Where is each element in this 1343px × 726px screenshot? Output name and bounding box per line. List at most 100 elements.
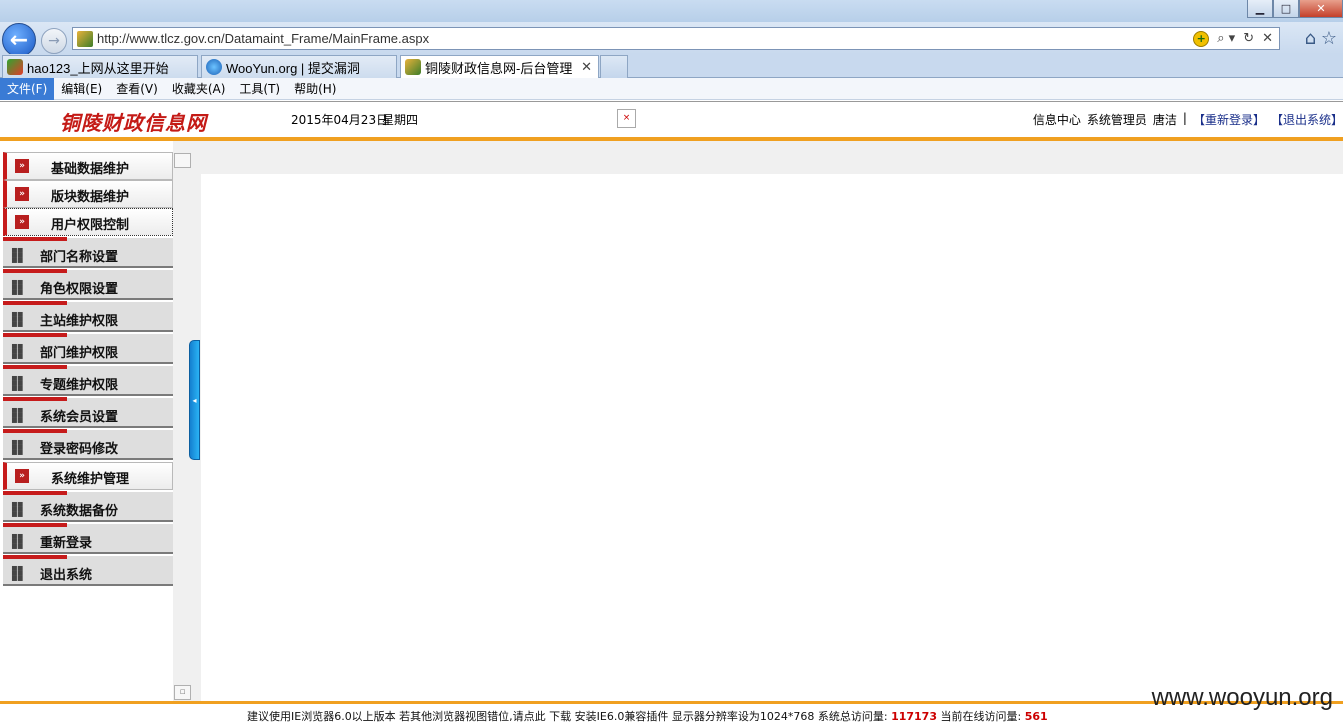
item-accent: [3, 365, 67, 369]
sidebar-item-dept-name[interactable]: ▪▪ ▪▪ ▪▪ 部门名称设置: [3, 237, 173, 268]
item-label: 角色权限设置: [40, 282, 119, 297]
group-label: 版块数据维护: [51, 190, 130, 205]
sidebar: » 基础数据维护 » 版块数据维护 » 用户权限控制 ▪▪ ▪▪ ▪▪ 部门名称设置…: [0, 141, 173, 701]
grip-icon: ▪▪ ▪▪ ▪▪: [11, 563, 24, 584]
item-accent: [3, 301, 67, 305]
wooyun-watermark: www.wooyun.org: [1151, 684, 1333, 711]
sidebar-item-change-password[interactable]: ▪▪ ▪▪ ▪▪ 登录密码修改: [3, 429, 173, 460]
navigation-bar: ← → http://www.tlcz.gov.cn/Datamaint_Fra…: [0, 22, 1343, 57]
minimize-button[interactable]: ▁: [1247, 0, 1273, 18]
grip-icon: ▪▪ ▪▪ ▪▪: [11, 341, 24, 362]
sidebar-item-main-site-perm[interactable]: ▪▪ ▪▪ ▪▪ 主站维护权限: [3, 301, 173, 332]
broken-image-icon: ×: [617, 109, 636, 128]
menu-edit[interactable]: 编辑(E): [54, 78, 109, 100]
ie-page-icon: [206, 59, 222, 75]
group-label: 系统维护管理: [51, 472, 130, 487]
info-center-label: 信息中心: [1032, 113, 1081, 127]
current-date: 2015年04月23日: [291, 113, 389, 127]
item-label: 部门名称设置: [40, 250, 119, 265]
tab-close-icon[interactable]: ✕: [581, 59, 592, 75]
header-user-info: 信息中心 系统管理员 唐洁 | 【重新登录】 【退出系统】: [1033, 111, 1343, 128]
item-accent: [3, 523, 67, 527]
total-visits-count: 117173: [891, 710, 937, 723]
sidebar-item-topic-perm[interactable]: ▪▪ ▪▪ ▪▪ 专题维护权限: [3, 365, 173, 396]
site-title: 铜陵财政信息网: [60, 111, 207, 135]
item-accent: [3, 269, 67, 273]
address-bar[interactable]: http://www.tlcz.gov.cn/Datamaint_Frame/M…: [72, 27, 1280, 50]
refresh-icon[interactable]: ↻: [1243, 31, 1254, 46]
home-icon[interactable]: ⌂: [1305, 28, 1316, 49]
double-chevron-icon: »: [15, 469, 29, 483]
sidebar-item-logout[interactable]: ▪▪ ▪▪ ▪▪ 退出系统: [3, 555, 173, 586]
menu-favorites[interactable]: 收藏夹(A): [165, 78, 233, 100]
tab-label: 铜陵财政信息网-后台管理: [425, 60, 573, 76]
collapse-sidebar-handle[interactable]: ◂: [189, 340, 200, 460]
grip-icon: ▪▪ ▪▪ ▪▪: [11, 277, 24, 298]
sidebar-group-section-data[interactable]: » 版块数据维护: [3, 180, 173, 208]
content-toolbar: [173, 141, 1343, 174]
sidebar-group-user-permissions[interactable]: » 用户权限控制: [3, 208, 173, 236]
menu-help[interactable]: 帮助(H): [287, 78, 343, 100]
main-content-frame: [201, 174, 1343, 701]
scroll-down-button[interactable]: ▫: [174, 685, 191, 700]
double-chevron-icon: »: [15, 215, 29, 229]
group-label: 用户权限控制: [51, 218, 130, 233]
compatibility-view-icon[interactable]: +: [1193, 30, 1210, 47]
double-chevron-icon: »: [15, 187, 29, 201]
item-label: 系统会员设置: [40, 410, 119, 425]
sidebar-group-system-maintenance[interactable]: » 系统维护管理: [3, 462, 173, 490]
sidebar-item-backup[interactable]: ▪▪ ▪▪ ▪▪ 系统数据备份: [3, 491, 173, 522]
item-accent: [3, 429, 67, 433]
item-accent: [3, 491, 67, 495]
sidebar-item-members[interactable]: ▪▪ ▪▪ ▪▪ 系统会员设置: [3, 397, 173, 428]
tab-wooyun[interactable]: WooYun.org | 提交漏洞: [201, 55, 397, 78]
window-controls: ▁ □ ✕: [1247, 0, 1343, 18]
sidebar-item-dept-perm[interactable]: ▪▪ ▪▪ ▪▪ 部门维护权限: [3, 333, 173, 364]
sidebar-item-role-perm[interactable]: ▪▪ ▪▪ ▪▪ 角色权限设置: [3, 269, 173, 300]
item-accent: [3, 333, 67, 337]
grip-icon: ▪▪ ▪▪ ▪▪: [11, 405, 24, 426]
item-accent: [3, 397, 67, 401]
tab-tongling-admin[interactable]: 铜陵财政信息网-后台管理 ✕: [400, 55, 599, 78]
online-visits-label: 当前在线访问量:: [940, 710, 1022, 723]
sidebar-group-basic-data[interactable]: » 基础数据维护: [3, 152, 173, 180]
online-visits-count: 561: [1024, 710, 1048, 723]
new-tab-button[interactable]: [600, 55, 628, 78]
item-label: 系统数据备份: [40, 504, 119, 519]
tab-label: hao123_上网从这里开始: [27, 60, 169, 76]
grip-icon: ▪▪ ▪▪ ▪▪: [11, 437, 24, 458]
item-label: 重新登录: [40, 536, 93, 551]
grip-icon: ▪▪ ▪▪ ▪▪: [11, 499, 24, 520]
tab-label: WooYun.org | 提交漏洞: [226, 60, 360, 76]
user-name-label: 唐洁: [1152, 113, 1177, 127]
menu-file[interactable]: 文件(F): [0, 77, 55, 100]
item-label: 登录密码修改: [40, 442, 119, 457]
logout-link[interactable]: 【退出系统】: [1271, 111, 1343, 128]
forward-button[interactable]: →: [41, 28, 67, 54]
search-dropdown-icon[interactable]: ⌕ ▾: [1217, 31, 1235, 46]
page-header: 铜陵财政信息网 2015年04月23日 星期四 × 信息中心 系统管理员 唐洁 …: [0, 101, 1343, 137]
favorites-star-icon[interactable]: ☆: [1321, 28, 1337, 49]
current-weekday: 星期四: [382, 113, 419, 127]
url-text[interactable]: http://www.tlcz.gov.cn/Datamaint_Frame/M…: [97, 31, 1193, 46]
close-window-button[interactable]: ✕: [1299, 0, 1343, 18]
tab-hao123[interactable]: hao123_上网从这里开始: [2, 55, 198, 78]
maximize-button[interactable]: □: [1273, 0, 1299, 18]
menu-tools[interactable]: 工具(T): [232, 78, 287, 100]
tab-bar: hao123_上网从这里开始 WooYun.org | 提交漏洞 铜陵财政信息网…: [0, 54, 1343, 78]
grip-icon: ▪▪ ▪▪ ▪▪: [11, 373, 24, 394]
relogin-link[interactable]: 【重新登录】: [1193, 111, 1265, 128]
menu-bar: 文件(F) 编辑(E) 查看(V) 收藏夹(A) 工具(T) 帮助(H): [0, 77, 1343, 100]
scroll-up-button[interactable]: [174, 153, 191, 168]
user-role-label: 系统管理员: [1086, 113, 1147, 127]
page-footer: 建议使用IE浏览器6.0以上版本 若其他浏览器视图错位,请点此 下载 安装IE6…: [0, 684, 1343, 726]
item-label: 退出系统: [40, 568, 93, 583]
stop-icon[interactable]: ✕: [1262, 31, 1273, 46]
back-button[interactable]: ←: [2, 23, 36, 57]
menu-view[interactable]: 查看(V): [109, 78, 165, 100]
sidebar-item-relogin[interactable]: ▪▪ ▪▪ ▪▪ 重新登录: [3, 523, 173, 554]
page-favicon-icon: [77, 30, 93, 47]
item-accent: [3, 237, 67, 241]
site-favicon-icon: [405, 59, 421, 75]
grip-icon: ▪▪ ▪▪ ▪▪: [11, 245, 24, 266]
